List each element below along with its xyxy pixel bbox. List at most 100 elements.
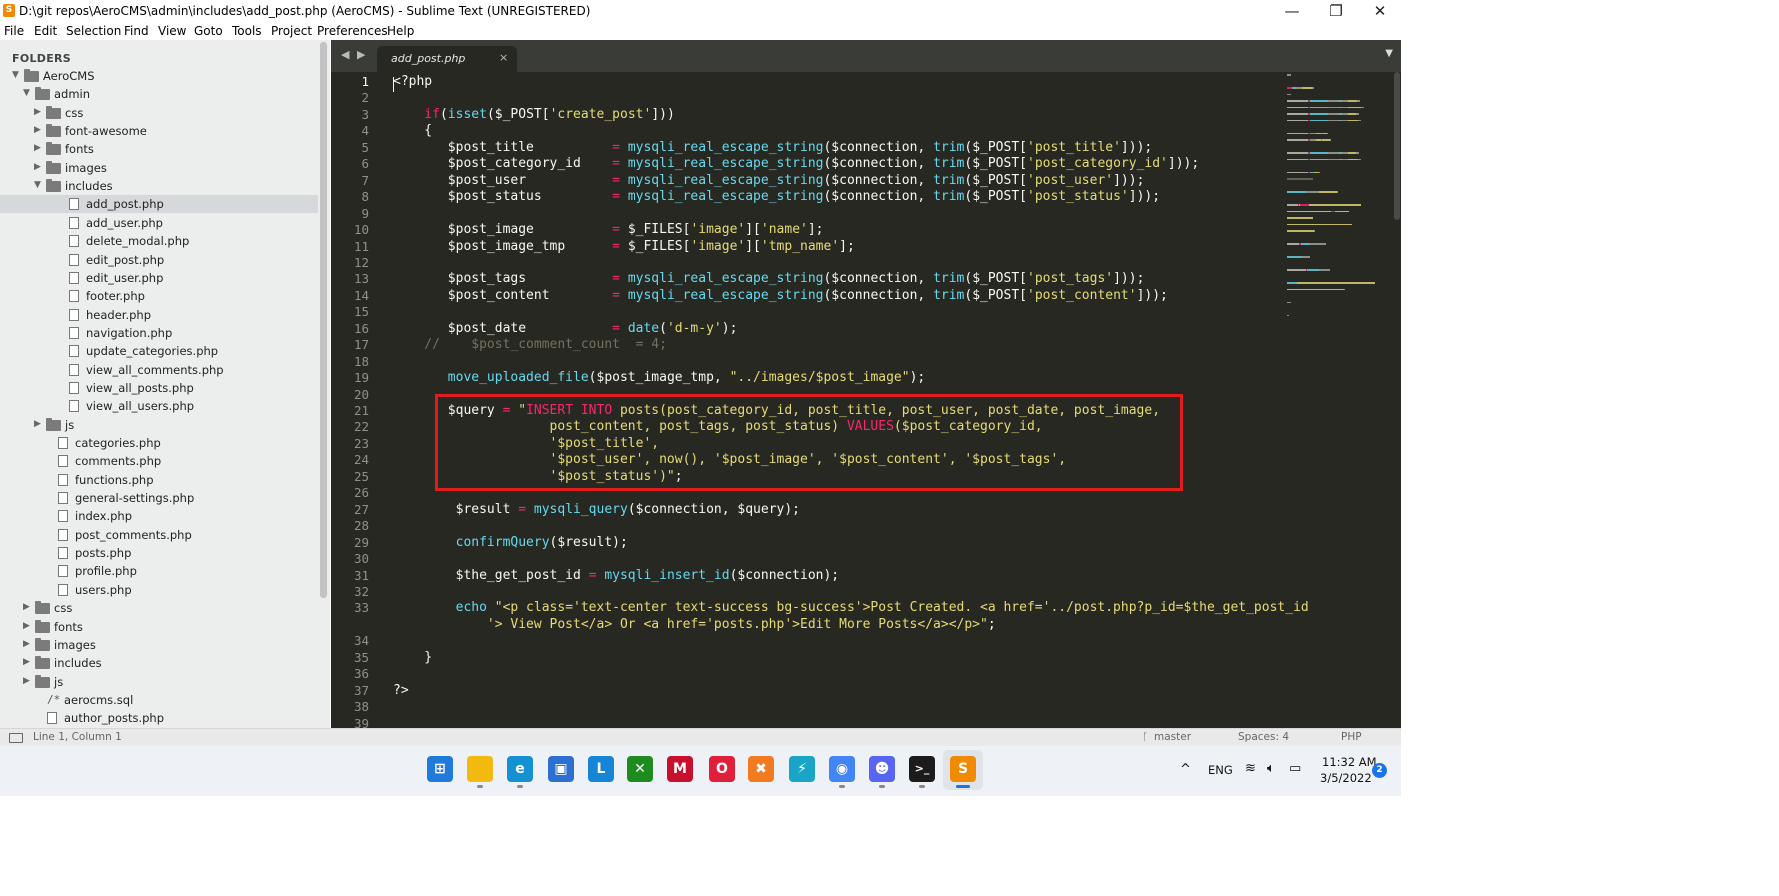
code-line[interactable]: $post_date = date('d-m-y'); bbox=[393, 321, 738, 338]
tab-nav-arrows[interactable]: ◀ ▶ bbox=[341, 48, 367, 61]
code-line[interactable]: $post_tags = mysqli_real_escape_string($… bbox=[393, 271, 1145, 288]
minimize-button[interactable]: — bbox=[1270, 0, 1314, 22]
windows-start-icon[interactable]: ⊞ bbox=[427, 756, 453, 782]
collapse-arrow-icon[interactable]: ▶ bbox=[34, 125, 41, 135]
tab-dropdown-icon[interactable]: ▼ bbox=[1385, 48, 1393, 59]
l-app-icon[interactable]: L bbox=[588, 756, 614, 782]
file-item-profile-php[interactable]: profile.php bbox=[0, 562, 318, 580]
volume-icon[interactable]: 🔈︎ bbox=[1267, 761, 1275, 776]
file-item-comments-php[interactable]: comments.php bbox=[0, 452, 318, 470]
git-branch[interactable]: master bbox=[1154, 731, 1191, 743]
editor-scrollbar[interactable] bbox=[1394, 72, 1400, 220]
folder-item-js[interactable]: ▶ js bbox=[0, 416, 318, 434]
notification-badge[interactable]: 2 bbox=[1372, 763, 1387, 778]
expand-arrow-icon[interactable]: ▼ bbox=[23, 88, 30, 98]
code-line[interactable]: { bbox=[393, 123, 432, 140]
sidebar-scrollbar[interactable] bbox=[320, 42, 327, 598]
file-item-navigation-php[interactable]: navigation.php bbox=[0, 324, 318, 342]
syntax-setting[interactable]: PHP bbox=[1341, 731, 1362, 743]
wifi-icon[interactable]: ≋ bbox=[1245, 761, 1256, 776]
discord-icon[interactable]: ☻ bbox=[869, 756, 895, 782]
tray-chevron-icon[interactable]: ^ bbox=[1180, 762, 1191, 777]
code-line[interactable]: $post_image_tmp = $_FILES['image']['tmp_… bbox=[393, 239, 855, 256]
indentation-setting[interactable]: Spaces: 4 bbox=[1238, 731, 1289, 743]
code-line[interactable]: $the_get_post_id = mysqli_insert_id($con… bbox=[393, 568, 840, 585]
clock-date[interactable]: 3/5/2022 bbox=[1320, 771, 1372, 785]
panel-toggle-icon[interactable] bbox=[9, 733, 23, 743]
opera-icon[interactable]: O bbox=[709, 756, 735, 782]
file-item-categories-php[interactable]: categories.php bbox=[0, 434, 318, 452]
collapse-arrow-icon[interactable]: ▶ bbox=[23, 602, 30, 612]
expand-arrow-icon[interactable]: ▼ bbox=[12, 70, 19, 80]
sublime-text-icon[interactable]: S bbox=[950, 756, 976, 782]
collapse-arrow-icon[interactable]: ▶ bbox=[34, 162, 41, 172]
code-line[interactable]: <?php bbox=[393, 74, 432, 91]
file-item-index-php[interactable]: index.php bbox=[0, 507, 318, 525]
folder-item-fonts[interactable]: ▶ fonts bbox=[0, 618, 318, 636]
file-item-aerocms-sql[interactable]: /* aerocms.sql bbox=[0, 691, 318, 709]
language-indicator[interactable]: ENG bbox=[1208, 763, 1233, 777]
expand-arrow-icon[interactable]: ▼ bbox=[34, 180, 41, 190]
collapse-arrow-icon[interactable]: ▶ bbox=[23, 676, 30, 686]
code-line[interactable]: $post_status = mysqli_real_escape_string… bbox=[393, 189, 1160, 206]
menu-find[interactable]: Find bbox=[124, 24, 149, 38]
folder-item-includes[interactable]: ▼ includes bbox=[0, 177, 318, 195]
code-editor[interactable]: 1 2 3 4 5 6 7 8 9 10 11 12 13 14 15 16 17 18 19 20 21 22 23 24 2… bbox=[331, 72, 1401, 728]
code-line[interactable]: confirmQuery($result); bbox=[393, 535, 628, 552]
file-item-header-php[interactable]: header.php bbox=[0, 306, 318, 324]
collapse-arrow-icon[interactable]: ▶ bbox=[34, 143, 41, 153]
menu-tools[interactable]: Tools bbox=[232, 24, 262, 38]
file-item-add-post-php[interactable]: add_post.php bbox=[0, 195, 318, 214]
file-item-author-posts-php[interactable]: author_posts.php bbox=[0, 709, 318, 727]
collapse-arrow-icon[interactable]: ▶ bbox=[23, 621, 30, 631]
close-button[interactable]: ✕ bbox=[1358, 0, 1402, 22]
folder-item-includes[interactable]: ▶ includes bbox=[0, 654, 318, 672]
xampp-icon[interactable]: ✖ bbox=[748, 756, 774, 782]
menu-preferences[interactable]: Preferences bbox=[317, 24, 388, 38]
code-line[interactable]: $post_title = mysqli_real_escape_string(… bbox=[393, 140, 1152, 157]
menu-selection[interactable]: Selection bbox=[66, 24, 121, 38]
folder-item-aerocms[interactable]: ▼ AeroCMS bbox=[0, 67, 318, 85]
code-line[interactable]: $post_category_id = mysqli_real_escape_s… bbox=[393, 156, 1199, 173]
file-item-footer-php[interactable]: footer.php bbox=[0, 287, 318, 305]
menu-project[interactable]: Project bbox=[271, 24, 312, 38]
file-item-users-php[interactable]: users.php bbox=[0, 581, 318, 599]
code-line[interactable]: move_uploaded_file($post_image_tmp, "../… bbox=[393, 370, 925, 387]
folder-item-css[interactable]: ▶ css bbox=[0, 104, 318, 122]
tab-close-icon[interactable]: × bbox=[499, 51, 508, 64]
file-item-edit-post-php[interactable]: edit_post.php bbox=[0, 251, 318, 269]
file-item-functions-php[interactable]: functions.php bbox=[0, 471, 318, 489]
file-item-posts-php[interactable]: posts.php bbox=[0, 544, 318, 562]
clock-time[interactable]: 11:32 AM bbox=[1322, 755, 1377, 769]
code-line[interactable]: $result = mysqli_query($connection, $que… bbox=[393, 502, 800, 519]
code-line[interactable]: // $post_comment_count = 4; bbox=[393, 337, 667, 354]
code-line[interactable]: $post_content = mysqli_real_escape_strin… bbox=[393, 288, 1168, 305]
code-line[interactable]: $post_image = $_FILES['image']['name']; bbox=[393, 222, 824, 239]
collapse-arrow-icon[interactable]: ▶ bbox=[23, 657, 30, 667]
code-line[interactable]: $post_user = mysqli_real_escape_string($… bbox=[393, 173, 1145, 190]
file-item-post-comments-php[interactable]: post_comments.php bbox=[0, 526, 318, 544]
file-item-view-all-users-php[interactable]: view_all_users.php bbox=[0, 397, 318, 415]
file-item-add-user-php[interactable]: add_user.php bbox=[0, 214, 318, 232]
folder-item-css[interactable]: ▶ css bbox=[0, 599, 318, 617]
minimap[interactable] bbox=[1287, 72, 1393, 372]
folder-item-font-awesome[interactable]: ▶ font-awesome bbox=[0, 122, 318, 140]
bolt-app-icon[interactable]: ⚡ bbox=[789, 756, 815, 782]
folder-item-images[interactable]: ▶ images bbox=[0, 636, 318, 654]
collapse-arrow-icon[interactable]: ▶ bbox=[23, 639, 30, 649]
mcafee-icon[interactable]: M bbox=[667, 756, 693, 782]
file-item-edit-user-php[interactable]: edit_user.php bbox=[0, 269, 318, 287]
file-explorer-icon[interactable] bbox=[467, 756, 493, 782]
file-item-update-categories-php[interactable]: update_categories.php bbox=[0, 342, 318, 360]
tab-add-post[interactable]: add_post.php × bbox=[377, 46, 517, 72]
collapse-arrow-icon[interactable]: ▶ bbox=[34, 107, 41, 117]
code-line[interactable]: echo "<p class='text-center text-success… bbox=[393, 600, 1309, 617]
code-line[interactable]: ?> bbox=[393, 683, 409, 700]
folder-item-admin[interactable]: ▼ admin bbox=[0, 85, 318, 103]
terminal-icon[interactable]: >_ bbox=[909, 756, 935, 782]
menu-view[interactable]: View bbox=[158, 24, 186, 38]
edge-icon[interactable]: e bbox=[507, 756, 533, 782]
code-line[interactable]: } bbox=[393, 650, 432, 667]
file-item-delete-modal-php[interactable]: delete_modal.php bbox=[0, 232, 318, 250]
folder-item-images[interactable]: ▶ images bbox=[0, 159, 318, 177]
